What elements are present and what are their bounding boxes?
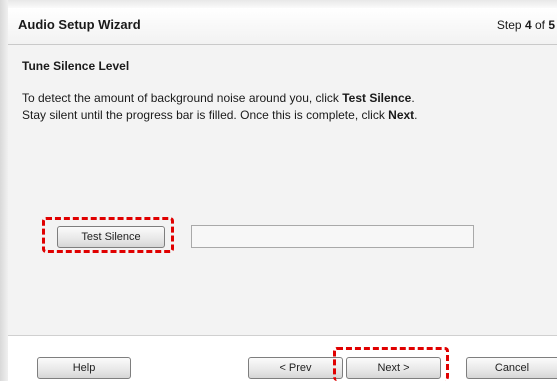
instructions-line-1-text: To detect the amount of background noise… bbox=[22, 91, 343, 105]
instructions-text: To detect the amount of background noise… bbox=[22, 90, 547, 124]
next-highlight-annotation bbox=[333, 347, 449, 381]
step-current: 4 bbox=[524, 18, 532, 32]
footer-divider bbox=[8, 335, 557, 336]
instructions-test-silence-emphasis: Test Silence bbox=[342, 91, 412, 105]
audio-setup-wizard-window: Audio Setup Wizard Step 4 of 5 Tune Sile… bbox=[0, 0, 557, 381]
test-silence-highlight-annotation bbox=[42, 217, 174, 253]
help-button[interactable]: Help bbox=[37, 357, 131, 379]
step-separator: of bbox=[531, 18, 549, 32]
wizard-content-panel bbox=[8, 45, 557, 335]
silence-progress-bar bbox=[191, 225, 474, 248]
instructions-line-2-end: . bbox=[414, 108, 418, 122]
section-heading: Tune Silence Level bbox=[22, 59, 130, 73]
wizard-title: Audio Setup Wizard bbox=[18, 17, 141, 32]
cancel-button[interactable]: Cancel bbox=[466, 357, 557, 379]
instructions-line-1: To detect the amount of background noise… bbox=[22, 90, 547, 107]
instructions-line-2-text: Stay silent until the progress bar is fi… bbox=[22, 108, 389, 122]
instructions-line-1-end: . bbox=[411, 91, 415, 105]
instructions-next-emphasis: Next bbox=[388, 108, 415, 122]
prev-button[interactable]: < Prev bbox=[248, 357, 343, 379]
step-prefix: Step bbox=[496, 18, 525, 32]
step-indicator: Step 4 of 5 bbox=[497, 18, 555, 32]
instructions-line-2: Stay silent until the progress bar is fi… bbox=[22, 107, 547, 124]
step-total: 5 bbox=[548, 18, 555, 32]
window-left-edge bbox=[0, 0, 8, 381]
